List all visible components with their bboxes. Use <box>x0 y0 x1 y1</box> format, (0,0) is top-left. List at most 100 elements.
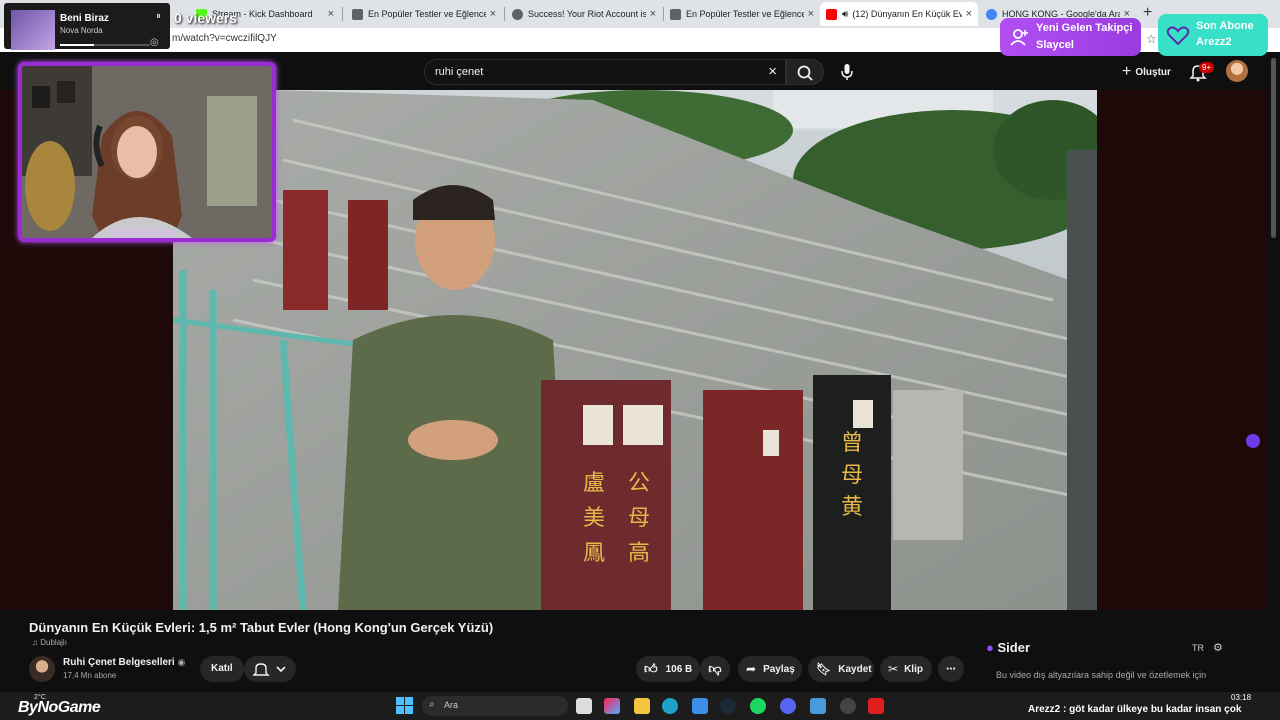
song-artist: Nova Norda <box>60 26 103 35</box>
steam-icon[interactable] <box>720 698 736 714</box>
file-explorer-icon[interactable] <box>634 698 650 714</box>
tab-quiz-2[interactable]: En Popüler Testler ve Eğlenceli Qu × <box>664 2 820 26</box>
streamlabs-icon[interactable] <box>868 698 884 714</box>
task-view-icon[interactable] <box>576 698 592 714</box>
now-playing-widget: Beni Biraz Nova Norda ⏸ ◎ <box>4 3 170 50</box>
target-icon: ◎ <box>150 37 159 48</box>
voice-search-button[interactable] <box>834 59 860 85</box>
windows-start-icon[interactable] <box>396 697 413 714</box>
store-icon[interactable] <box>692 698 708 714</box>
streamer-name-label: CEDESSA <box>113 228 176 239</box>
svg-text:曾: 曾 <box>841 431 863 456</box>
song-progress-fill <box>60 44 95 46</box>
tab-riot-account[interactable]: Success! Your Riot Account is now × <box>506 2 662 26</box>
streamer-webcam-image <box>22 66 272 238</box>
svg-text:鳳: 鳳 <box>583 541 605 566</box>
new-follower-alert: Yeni Gelen Takipçi Slaycel <box>1000 18 1141 56</box>
svg-text:母: 母 <box>628 506 650 531</box>
search-icon <box>797 65 813 81</box>
sider-extension-logo[interactable]: ● Sider <box>986 640 1030 655</box>
scrollbar[interactable] <box>1271 58 1276 238</box>
sider-logo-icon: ● <box>986 640 994 655</box>
channel-subscriber-count: 17,4 Mn abone <box>63 671 117 680</box>
taskbar-search[interactable]: ⌕ Ara <box>422 696 568 716</box>
like-button[interactable]: 👍︎ 106 B <box>636 656 700 682</box>
app-icon[interactable] <box>810 698 826 714</box>
svg-text:高: 高 <box>628 541 650 566</box>
heart-icon <box>1166 26 1190 46</box>
svg-text:美: 美 <box>583 506 605 531</box>
svg-text:母: 母 <box>841 463 863 488</box>
scissors-icon: ✂ <box>888 662 899 676</box>
share-icon: ➦ <box>746 662 757 676</box>
album-art <box>11 10 55 50</box>
sider-language[interactable]: TR <box>1192 643 1204 653</box>
verified-icon: ◉ <box>177 657 186 667</box>
save-button[interactable]: 🔖︎ Kaydet <box>808 656 874 682</box>
youtube-favicon-icon <box>826 8 837 20</box>
user-add-icon <box>1010 29 1028 46</box>
close-icon[interactable]: × <box>768 63 777 80</box>
dub-icon: ♫ <box>32 638 41 647</box>
video-title: Dünyanın En Küçük Evleri: 1,5 m² Tabut E… <box>29 620 494 635</box>
sider-float-icon[interactable] <box>1246 434 1260 448</box>
url-text[interactable]: m/watch?v=cwczifilQJY <box>172 33 277 44</box>
tab-youtube-active[interactable]: 🔊︎ (12) Dünyanın En Küçük Evler × <box>820 2 978 26</box>
create-button[interactable]: + Oluştur <box>1112 60 1181 84</box>
cemetery-scene-image: 盧美鳳 公母高 曾母黄 <box>173 90 1097 610</box>
page-favicon-icon <box>352 8 363 20</box>
clock[interactable]: 03:18 <box>1231 693 1251 702</box>
song-title: Beni Biraz <box>60 13 109 24</box>
svg-text:盧: 盧 <box>583 471 605 496</box>
speaker-icon[interactable]: 🔊︎ <box>842 9 848 20</box>
video-frame[interactable]: 盧美鳳 公母高 曾母黄 <box>173 90 1097 610</box>
thumbs-up-icon: 👍︎ <box>644 661 658 676</box>
chat-ticker: Arezz2 : göt kadar ülkeye bu kadar insan… <box>1028 704 1242 715</box>
pause-icon: ⏸ <box>156 11 161 22</box>
microphone-icon <box>841 64 853 80</box>
svg-text:公: 公 <box>628 471 650 496</box>
webcam-overlay: CEDESSA <box>18 62 276 242</box>
subscribed-bell-button[interactable] <box>244 656 296 682</box>
edge-icon[interactable] <box>662 698 678 714</box>
settings-icon[interactable]: ⚙ <box>1213 641 1223 654</box>
close-icon[interactable]: × <box>808 8 814 20</box>
search-button[interactable] <box>786 59 824 85</box>
channel-avatar[interactable] <box>29 656 55 682</box>
sider-description: Bu video dış altyazılara sahip değil ve … <box>996 670 1207 680</box>
close-icon[interactable]: × <box>328 8 334 20</box>
last-subscriber-alert: Son Abone Arezz2 <box>1158 14 1268 56</box>
obs-icon[interactable] <box>840 698 856 714</box>
more-actions-button[interactable]: ⋯ <box>938 656 964 682</box>
new-tab-button[interactable]: + <box>1143 4 1152 22</box>
page-favicon-icon <box>670 8 681 20</box>
discord-icon[interactable] <box>780 698 796 714</box>
webcam-frame <box>18 62 276 242</box>
dislike-button[interactable]: 👎︎ <box>700 656 730 682</box>
viewer-count: 0 viewers <box>174 10 238 26</box>
bookmark-icon: 🔖︎ <box>816 662 832 676</box>
bell-icon <box>252 663 286 676</box>
windows-taskbar: 2°C ByNoGame ⌕ Ara Arezz2 : göt kadar ül… <box>0 692 1280 720</box>
tab-quiz-1[interactable]: En Popüler Testler ve Eğlenceli Qu × <box>346 2 502 26</box>
search-input[interactable]: ruhi çenet × <box>424 59 786 85</box>
widgets-icon[interactable] <box>604 698 620 714</box>
more-horizontal-icon: ⋯ <box>946 663 956 675</box>
globe-icon <box>512 8 523 20</box>
spotify-icon[interactable] <box>750 698 766 714</box>
channel-name[interactable]: Ruhi Çenet Belgeselleri ◉ <box>63 657 185 668</box>
join-button[interactable]: Katıl <box>200 656 244 682</box>
notification-count-badge: 9+ <box>1199 62 1215 73</box>
close-icon[interactable]: × <box>650 8 656 20</box>
bynogame-logo: ByNoGame <box>18 699 101 716</box>
svg-text:黄: 黄 <box>841 495 863 520</box>
star-icon[interactable]: ☆ <box>1146 32 1157 46</box>
close-icon[interactable]: × <box>490 8 496 20</box>
google-favicon-icon <box>986 8 997 20</box>
search-icon: ⌕ <box>429 699 435 710</box>
share-button[interactable]: ➦ Paylaş <box>738 656 802 682</box>
avatar[interactable] <box>1226 60 1248 82</box>
clip-button[interactable]: ✂ Klip <box>880 656 932 682</box>
dubbed-label: ♫ Dublajlı <box>32 638 67 647</box>
close-icon[interactable]: × <box>966 8 972 20</box>
